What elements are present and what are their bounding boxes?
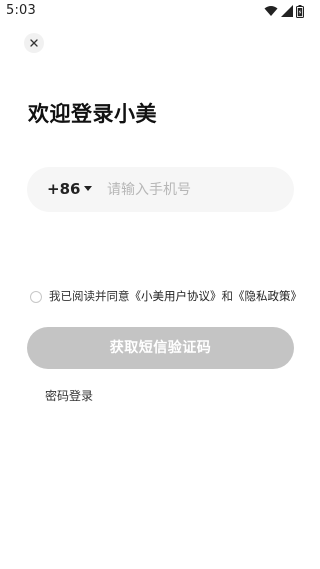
close-button[interactable]	[24, 33, 44, 53]
agreement-checkbox[interactable]	[30, 291, 42, 303]
user-agreement-link[interactable]: 《小美用户协议》	[130, 289, 222, 303]
privacy-policy-link[interactable]: 《隐私政策》	[233, 289, 302, 303]
wifi-icon	[264, 6, 278, 16]
battery-icon	[296, 4, 304, 18]
close-icon	[30, 39, 38, 47]
page-title: 欢迎登录小美	[28, 102, 157, 126]
password-login-link[interactable]: 密码登录	[45, 387, 93, 404]
phone-number-input[interactable]	[107, 175, 282, 204]
phone-input-container: +86	[27, 167, 294, 212]
country-code-selector[interactable]: +86	[47, 180, 80, 198]
agreement-conjunction: 和	[221, 289, 234, 303]
status-icons	[264, 4, 304, 18]
agreement-text: 我已阅读并同意《小美用户协议》和《隐私政策》	[49, 289, 304, 303]
signal-icon	[281, 5, 293, 17]
agreement-prefix: 我已阅读并同意	[49, 289, 130, 303]
get-sms-code-button[interactable]: 获取短信验证码	[27, 327, 294, 369]
status-time: 5:03	[6, 3, 36, 18]
chevron-down-icon[interactable]	[84, 186, 92, 191]
status-bar: 5:03	[0, 0, 320, 22]
